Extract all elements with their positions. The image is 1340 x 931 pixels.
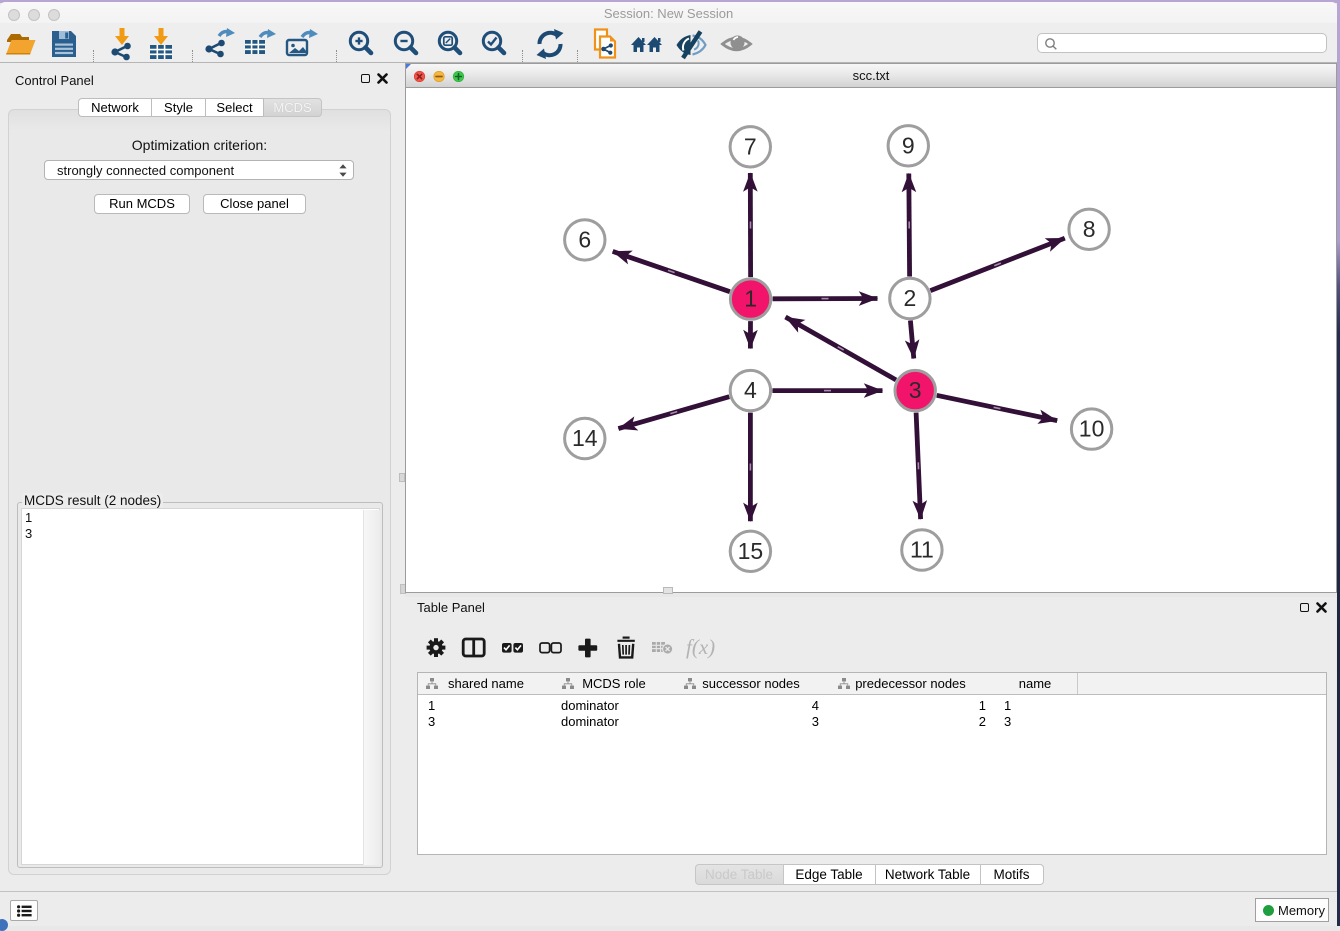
svg-text:15: 15 — [738, 538, 764, 564]
svg-text:10: 10 — [1079, 416, 1105, 442]
svg-text:9: 9 — [902, 132, 915, 158]
svg-text:6: 6 — [578, 226, 591, 252]
svg-text:1: 1 — [744, 286, 757, 312]
svg-text:2: 2 — [904, 285, 917, 311]
svg-text:8: 8 — [1083, 216, 1096, 242]
svg-text:3: 3 — [909, 377, 922, 403]
svg-text:7: 7 — [744, 133, 757, 159]
svg-text:4: 4 — [744, 377, 757, 403]
svg-text:11: 11 — [910, 537, 934, 563]
svg-text:14: 14 — [572, 425, 598, 451]
svg-text:f(x): f(x) — [686, 636, 715, 659]
